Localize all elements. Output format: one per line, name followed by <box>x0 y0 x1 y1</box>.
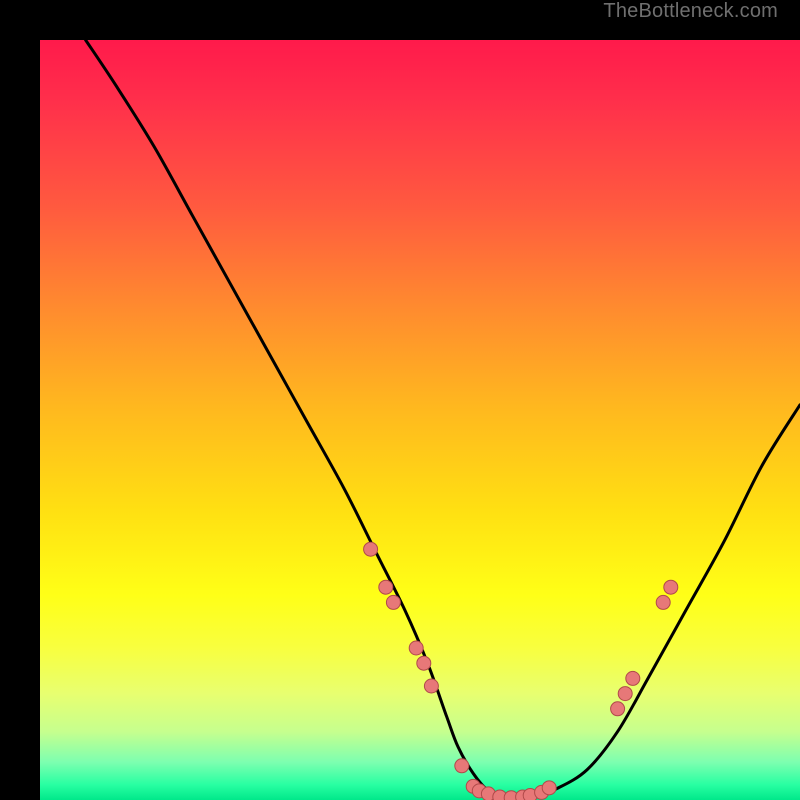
chart-dot <box>424 679 438 693</box>
chart-svg <box>40 40 800 800</box>
chart-dot <box>417 656 431 670</box>
chart-dot <box>664 580 678 594</box>
chart-dot <box>409 641 423 655</box>
chart-dot <box>656 595 670 609</box>
chart-outer-frame <box>20 20 780 780</box>
chart-dot <box>455 759 469 773</box>
chart-dot <box>386 595 400 609</box>
chart-dot <box>542 781 556 795</box>
chart-plot-area <box>40 40 800 800</box>
watermark-text: TheBottleneck.com <box>603 0 778 23</box>
chart-dot <box>364 542 378 556</box>
chart-dot <box>618 687 632 701</box>
chart-dot <box>611 702 625 716</box>
chart-dot <box>379 580 393 594</box>
bottleneck-curve <box>86 40 800 799</box>
chart-dot-group <box>364 542 678 800</box>
chart-dot <box>626 671 640 685</box>
